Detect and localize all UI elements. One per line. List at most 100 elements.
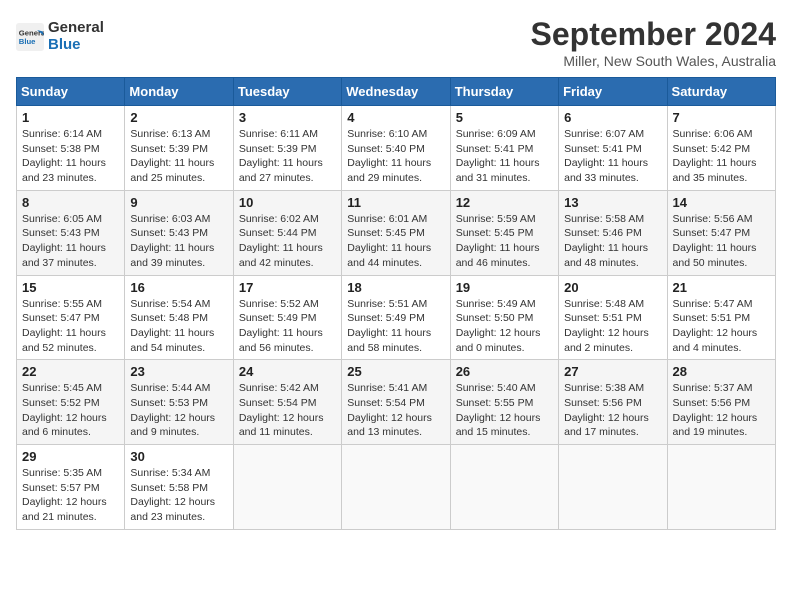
calendar-header-thursday: Thursday [450, 78, 558, 106]
calendar-cell: 9 Sunrise: 6:03 AMSunset: 5:43 PMDaylight… [125, 190, 233, 275]
calendar-cell: 27 Sunrise: 5:38 AMSunset: 5:56 PMDayligh… [559, 360, 667, 445]
calendar-cell: 20Sunrise: 5:48 AMSunset: 5:51 PMDayligh… [559, 275, 667, 360]
day-info: Sunrise: 5:45 AMSunset: 5:52 PMDaylight:… [22, 381, 119, 440]
day-number: 19 [456, 280, 553, 295]
calendar-week-row: 8Sunrise: 6:05 AMSunset: 5:43 PMDaylight… [17, 190, 776, 275]
calendar-header-wednesday: Wednesday [342, 78, 450, 106]
calendar-header-saturday: Saturday [667, 78, 775, 106]
day-info: Sunrise: 6:02 AMSunset: 5:44 PMDaylight:… [239, 212, 336, 271]
day-info: Sunrise: 5:58 AMSunset: 5:46 PMDaylight:… [564, 212, 661, 271]
calendar-cell: 23Sunrise: 5:44 AMSunset: 5:53 PMDayligh… [125, 360, 233, 445]
calendar-cell: 30Sunrise: 5:34 AMSunset: 5:58 PMDayligh… [125, 445, 233, 530]
calendar-cell [342, 445, 450, 530]
calendar-cell: 3Sunrise: 6:11 AMSunset: 5:39 PMDaylight… [233, 106, 341, 191]
calendar-cell: 6Sunrise: 6:07 AMSunset: 5:41 PMDaylight… [559, 106, 667, 191]
day-number: 28 [673, 364, 770, 379]
day-number: 17 [239, 280, 336, 295]
day-number: 30 [130, 449, 227, 464]
day-info: Sunrise: 5:59 AMSunset: 5:45 PMDaylight:… [456, 212, 553, 271]
calendar-cell: 10 Sunrise: 6:02 AMSunset: 5:44 PMDayligh… [233, 190, 341, 275]
day-info: Sunrise: 5:56 AMSunset: 5:47 PMDaylight:… [673, 212, 770, 271]
calendar-cell: 28 Sunrise: 5:37 AMSunset: 5:56 PMDayligh… [667, 360, 775, 445]
day-number: 14 [673, 195, 770, 210]
calendar-header-tuesday: Tuesday [233, 78, 341, 106]
calendar-cell: 15Sunrise: 5:55 AMSunset: 5:47 PMDayligh… [17, 275, 125, 360]
location: Miller, New South Wales, Australia [531, 53, 776, 69]
day-number: 9 [130, 195, 227, 210]
day-info: Sunrise: 5:54 AMSunset: 5:48 PMDaylight:… [130, 297, 227, 356]
calendar-header-sunday: Sunday [17, 78, 125, 106]
day-info: Sunrise: 6:14 AMSunset: 5:38 PMDaylight:… [22, 127, 119, 186]
month-year: September 2024 [531, 16, 776, 53]
calendar-cell: 12 Sunrise: 5:59 AMSunset: 5:45 PMDayligh… [450, 190, 558, 275]
day-number: 1 [22, 110, 119, 125]
day-info: Sunrise: 5:40 AMSunset: 5:55 PMDaylight:… [456, 381, 553, 440]
day-info: Sunrise: 5:38 AMSunset: 5:56 PMDaylight:… [564, 381, 661, 440]
day-info: Sunrise: 6:03 AMSunset: 5:43 PMDaylight:… [130, 212, 227, 271]
calendar-cell: 17 Sunrise: 5:52 AMSunset: 5:49 PMDayligh… [233, 275, 341, 360]
day-number: 10 [239, 195, 336, 210]
day-info: Sunrise: 5:47 AMSunset: 5:51 PMDaylight:… [673, 297, 770, 356]
day-info: Sunrise: 6:01 AMSunset: 5:45 PMDaylight:… [347, 212, 444, 271]
day-info: Sunrise: 6:07 AMSunset: 5:41 PMDaylight:… [564, 127, 661, 186]
day-number: 4 [347, 110, 444, 125]
calendar-week-row: 15Sunrise: 5:55 AMSunset: 5:47 PMDayligh… [17, 275, 776, 360]
calendar-cell: 5 Sunrise: 6:09 AMSunset: 5:41 PMDaylight… [450, 106, 558, 191]
calendar-cell: 21 Sunrise: 5:47 AMSunset: 5:51 PMDayligh… [667, 275, 775, 360]
day-number: 15 [22, 280, 119, 295]
calendar-week-row: 22 Sunrise: 5:45 AMSunset: 5:52 PMDayligh… [17, 360, 776, 445]
day-number: 27 [564, 364, 661, 379]
logo-line1: General [48, 20, 104, 37]
logo: General Blue General Blue [16, 20, 104, 53]
calendar-cell [233, 445, 341, 530]
calendar-cell: 8Sunrise: 6:05 AMSunset: 5:43 PMDaylight… [17, 190, 125, 275]
day-number: 11 [347, 195, 444, 210]
day-info: Sunrise: 5:52 AMSunset: 5:49 PMDaylight:… [239, 297, 336, 356]
calendar-cell: 11 Sunrise: 6:01 AMSunset: 5:45 PMDayligh… [342, 190, 450, 275]
day-number: 12 [456, 195, 553, 210]
day-number: 7 [673, 110, 770, 125]
calendar-cell: 2Sunrise: 6:13 AMSunset: 5:39 PMDaylight… [125, 106, 233, 191]
day-number: 16 [130, 280, 227, 295]
logo-icon: General Blue [16, 23, 44, 51]
day-number: 5 [456, 110, 553, 125]
day-number: 22 [22, 364, 119, 379]
day-number: 25 [347, 364, 444, 379]
day-info: Sunrise: 5:48 AMSunset: 5:51 PMDaylight:… [564, 297, 661, 356]
calendar-header-friday: Friday [559, 78, 667, 106]
day-info: Sunrise: 6:05 AMSunset: 5:43 PMDaylight:… [22, 212, 119, 271]
calendar-cell: 29Sunrise: 5:35 AMSunset: 5:57 PMDayligh… [17, 445, 125, 530]
day-info: Sunrise: 6:09 AMSunset: 5:41 PMDaylight:… [456, 127, 553, 186]
calendar-cell: 26 Sunrise: 5:40 AMSunset: 5:55 PMDayligh… [450, 360, 558, 445]
day-info: Sunrise: 5:51 AMSunset: 5:49 PMDaylight:… [347, 297, 444, 356]
day-number: 24 [239, 364, 336, 379]
calendar-cell: 16 Sunrise: 5:54 AMSunset: 5:48 PMDayligh… [125, 275, 233, 360]
calendar-table: SundayMondayTuesdayWednesdayThursdayFrid… [16, 77, 776, 530]
title-block: September 2024 Miller, New South Wales, … [531, 16, 776, 69]
calendar-cell: 25 Sunrise: 5:41 AMSunset: 5:54 PMDayligh… [342, 360, 450, 445]
calendar-cell: 18 Sunrise: 5:51 AMSunset: 5:49 PMDayligh… [342, 275, 450, 360]
day-number: 26 [456, 364, 553, 379]
calendar-cell [450, 445, 558, 530]
calendar-cell [559, 445, 667, 530]
day-number: 21 [673, 280, 770, 295]
day-info: Sunrise: 5:41 AMSunset: 5:54 PMDaylight:… [347, 381, 444, 440]
calendar-cell: 19Sunrise: 5:49 AMSunset: 5:50 PMDayligh… [450, 275, 558, 360]
day-info: Sunrise: 6:11 AMSunset: 5:39 PMDaylight:… [239, 127, 336, 186]
day-number: 23 [130, 364, 227, 379]
calendar-week-row: 1 Sunrise: 6:14 AMSunset: 5:38 PMDaylight… [17, 106, 776, 191]
day-number: 13 [564, 195, 661, 210]
calendar-cell [667, 445, 775, 530]
day-info: Sunrise: 6:10 AMSunset: 5:40 PMDaylight:… [347, 127, 444, 186]
calendar-cell: 13 Sunrise: 5:58 AMSunset: 5:46 PMDayligh… [559, 190, 667, 275]
calendar-header-row: SundayMondayTuesdayWednesdayThursdayFrid… [17, 78, 776, 106]
calendar-cell: 7 Sunrise: 6:06 AMSunset: 5:42 PMDaylight… [667, 106, 775, 191]
day-info: Sunrise: 5:42 AMSunset: 5:54 PMDaylight:… [239, 381, 336, 440]
day-number: 18 [347, 280, 444, 295]
day-info: Sunrise: 6:06 AMSunset: 5:42 PMDaylight:… [673, 127, 770, 186]
calendar-header-monday: Monday [125, 78, 233, 106]
day-info: Sunrise: 5:37 AMSunset: 5:56 PMDaylight:… [673, 381, 770, 440]
calendar-cell: 24 Sunrise: 5:42 AMSunset: 5:54 PMDayligh… [233, 360, 341, 445]
day-info: Sunrise: 6:13 AMSunset: 5:39 PMDaylight:… [130, 127, 227, 186]
svg-text:Blue: Blue [19, 37, 36, 46]
